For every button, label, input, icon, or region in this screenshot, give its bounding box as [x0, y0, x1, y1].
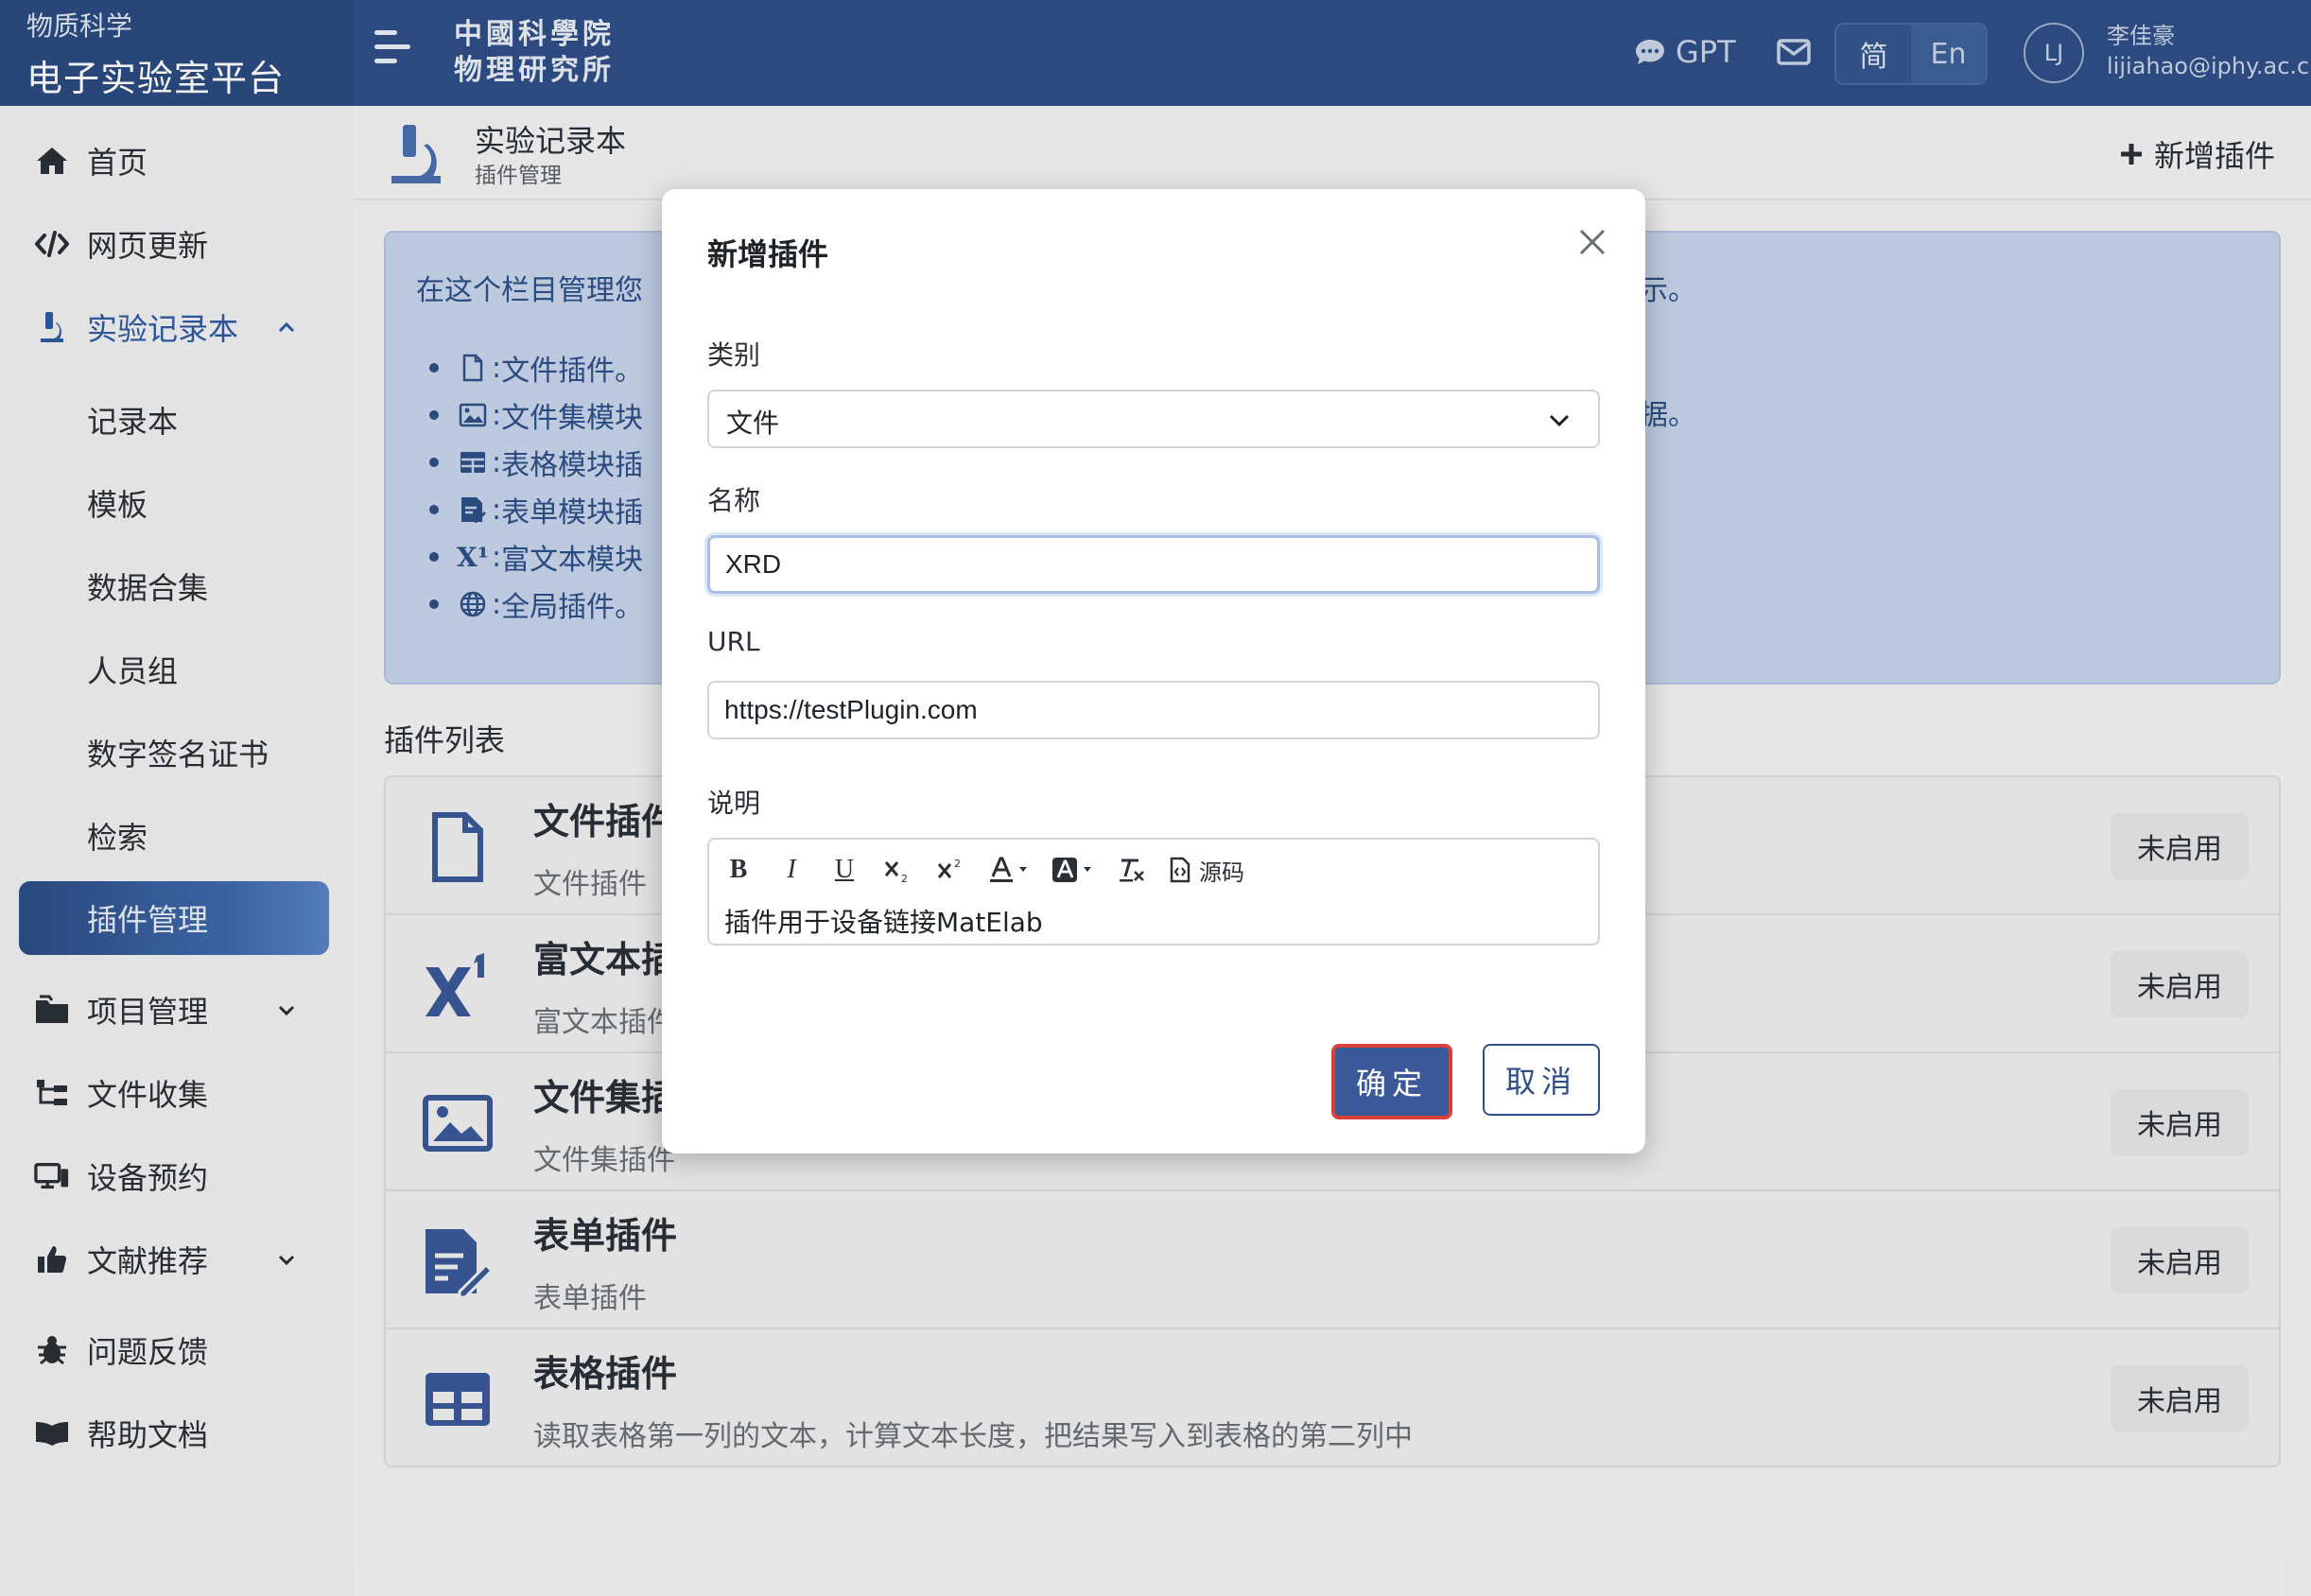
description-label: 说明: [707, 788, 761, 819]
cancel-button[interactable]: 取消: [1483, 1044, 1600, 1116]
editor-toolbar: B I U 2 2 源码: [722, 849, 1244, 891]
superscript-icon: 2: [937, 858, 961, 878]
clear-format-icon: [1120, 859, 1144, 882]
url-field[interactable]: [707, 681, 1600, 739]
description-editor[interactable]: B I U 2 2 源码 插件用于设备链接MatElab: [707, 838, 1600, 945]
editor-content[interactable]: 插件用于设备链接MatElab: [724, 902, 1043, 940]
bold-button[interactable]: B: [722, 851, 755, 889]
confirm-button[interactable]: 确定: [1331, 1044, 1452, 1119]
text-color-button[interactable]: [987, 851, 1029, 889]
add-plugin-dialog: 新增插件 类别 文件 名称 URL 说明 B I U 2 2 源码 插件用于设备…: [662, 189, 1645, 1154]
svg-text:2: 2: [901, 873, 908, 884]
subscript-icon: 2: [884, 861, 908, 884]
svg-text:2: 2: [954, 858, 961, 870]
source-code-label: 源码: [1199, 859, 1244, 886]
underline-button[interactable]: U: [828, 851, 860, 889]
name-field[interactable]: [707, 535, 1600, 594]
superscript-button[interactable]: 2: [934, 851, 966, 889]
category-select[interactable]: 文件: [707, 390, 1600, 448]
text-color-icon: [990, 857, 1027, 882]
italic-button[interactable]: I: [775, 851, 808, 889]
close-icon[interactable]: [1575, 225, 1609, 259]
category-selected-value: 文件: [726, 408, 780, 439]
url-label: URL: [707, 626, 760, 657]
chevron-down-icon: [1547, 410, 1572, 429]
source-code-button[interactable]: 源码: [1169, 851, 1244, 889]
code-file-icon: [1170, 857, 1190, 883]
clear-format-button[interactable]: [1116, 851, 1148, 889]
highlight-icon: [1052, 858, 1091, 882]
background-color-button[interactable]: [1050, 851, 1095, 889]
category-label: 类别: [707, 339, 761, 371]
dialog-title: 新增插件: [707, 236, 829, 272]
subscript-button[interactable]: 2: [881, 851, 913, 889]
name-label: 名称: [707, 485, 761, 516]
